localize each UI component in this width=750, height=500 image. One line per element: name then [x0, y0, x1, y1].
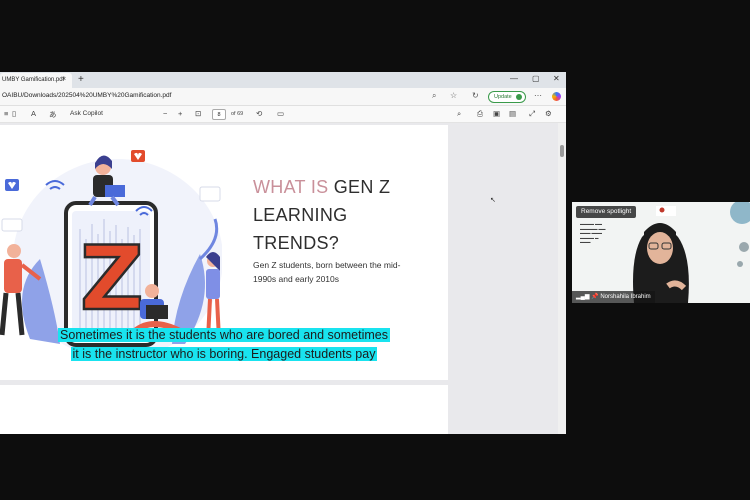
tab-title: UMBY Gamification.pdf [2, 77, 65, 83]
update-status-icon [516, 94, 522, 100]
fit-page-icon[interactable]: ⊡ [195, 109, 201, 118]
save-as-icon[interactable]: ▤ [509, 109, 516, 118]
page-number-input[interactable]: 8 [212, 109, 226, 120]
zoom-icon[interactable]: ⌕ [432, 91, 436, 101]
caption-line2: it is the instructor who is boring. Enga… [70, 347, 378, 361]
settings-gear-icon[interactable]: ⚙ [545, 109, 552, 118]
participant-video-tile[interactable]: ▬▬▬▬ ▬▬ ▬▬▬▬▬ ▬▬ ▬▬▬ ▬▬▬ ▬▬▬▬ ▬ ▬▬▬ Remove s… [572, 202, 750, 303]
close-window-icon[interactable]: ✕ [553, 74, 560, 83]
title-line3: TRENDS? [253, 233, 340, 253]
zoom-out-icon[interactable]: − [163, 109, 167, 118]
title-line2: LEARNING [253, 205, 348, 225]
ask-copilot-button[interactable]: Ask Copilot [70, 110, 103, 117]
favorite-star-icon[interactable]: ☆ [450, 91, 457, 100]
tab-pdf[interactable]: UMBY Gamification.pdf × [0, 73, 72, 88]
meeting-screen: UMBY Gamification.pdf × + — ▢ ✕ OAIBU/Do… [0, 0, 750, 500]
pin-icon[interactable]: 📌 [591, 294, 598, 300]
url-field[interactable]: OAIBU/Downloads/202504%20UMBY%20Gamifica… [2, 92, 171, 99]
pdf-viewer[interactable]: Z WHAT IS GEN Z LEARNING TRENDS? Gen Z s… [0, 123, 566, 434]
live-caption: Sometimes it is the students who are bor… [0, 326, 448, 364]
scroll-thumb[interactable] [560, 145, 564, 157]
save-icon[interactable]: ▣ [493, 109, 500, 118]
participant-name-bar: ▂▄▆ 📌 Norshahila Ibrahim [572, 291, 655, 303]
two-page-icon[interactable]: ▭ [277, 109, 284, 118]
search-icon[interactable]: ⌕ [457, 109, 461, 119]
pdf-toolbar: ≡ ▯ A あ Ask Copilot − + ⊡ 8 of 69 ⟲ ▭ ⌕ … [0, 106, 566, 123]
minimize-icon[interactable]: — [510, 74, 518, 83]
rotate-icon[interactable]: ⟲ [256, 109, 262, 118]
tab-bar: UMBY Gamification.pdf × + — ▢ ✕ [0, 72, 566, 88]
title-highlight: WHAT IS [253, 177, 329, 197]
update-button[interactable]: Update [488, 91, 526, 103]
copilot-icon[interactable] [552, 92, 561, 101]
page-total: of 69 [231, 111, 244, 117]
tab-close-icon[interactable]: × [62, 76, 66, 83]
fullscreen-icon[interactable]: ⤢ [529, 109, 535, 119]
participant-name: Norshahila Ibrahim [600, 294, 651, 300]
caption-line1: Sometimes it is the students who are bor… [58, 328, 390, 342]
pdf-page-next [0, 385, 448, 434]
browser-window: UMBY Gamification.pdf × + — ▢ ✕ OAIBU/Do… [0, 72, 566, 434]
translate-icon[interactable]: あ [49, 109, 57, 120]
vertical-scrollbar[interactable] [558, 123, 566, 434]
contents-icon[interactable]: ≡ [4, 109, 8, 118]
zoom-in-icon[interactable]: + [178, 109, 182, 118]
slide-title: WHAT IS GEN Z LEARNING TRENDS? [253, 173, 433, 257]
address-bar: OAIBU/Downloads/202504%20UMBY%20Gamifica… [0, 88, 566, 106]
maximize-icon[interactable]: ▢ [532, 74, 540, 83]
print-icon[interactable]: ⎙ [477, 109, 483, 119]
read-aloud-icon[interactable]: A [31, 109, 36, 118]
title-line1-rest: GEN Z [328, 177, 391, 197]
remove-spotlight-button[interactable]: Remove spotlight [576, 206, 637, 218]
mouse-cursor-icon: ↖ [490, 197, 496, 204]
illustration-letter: Z [80, 227, 144, 330]
refresh-icon[interactable]: ↻ [472, 91, 479, 100]
more-menu-icon[interactable]: ⋯ [534, 91, 542, 100]
page-view-icon[interactable]: ▯ [12, 109, 16, 118]
update-label: Update [494, 94, 512, 100]
slide-subtitle: Gen Z students, born between the mid-199… [253, 260, 401, 284]
new-tab-icon[interactable]: + [78, 74, 84, 85]
signal-icon: ▂▄▆ [576, 294, 590, 300]
